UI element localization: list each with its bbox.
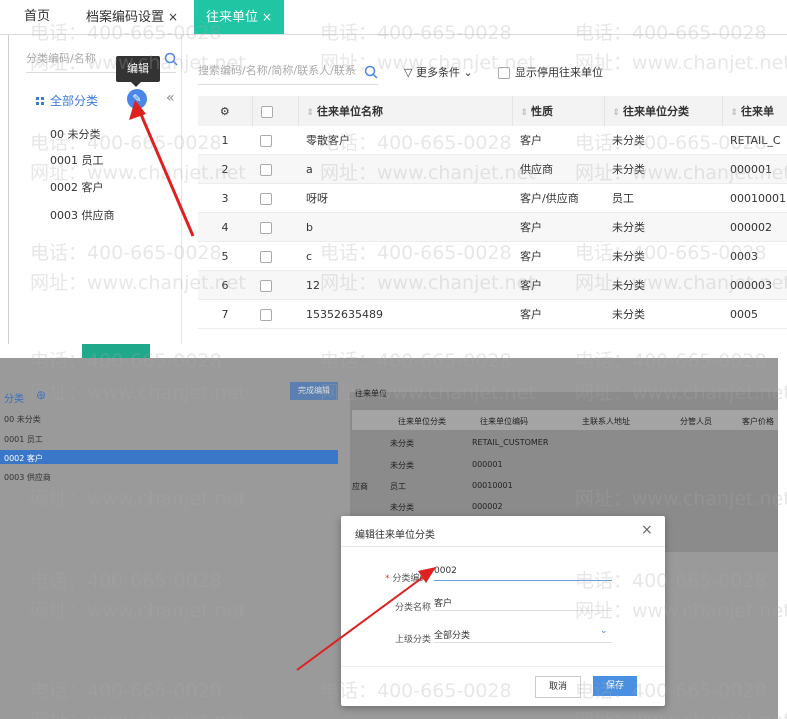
arrow-line-top: [138, 111, 195, 237]
arrow-line-bottom: [296, 574, 427, 671]
arrow-head-bottom: [418, 567, 436, 583]
annotation-arrows: [129, 100, 436, 671]
